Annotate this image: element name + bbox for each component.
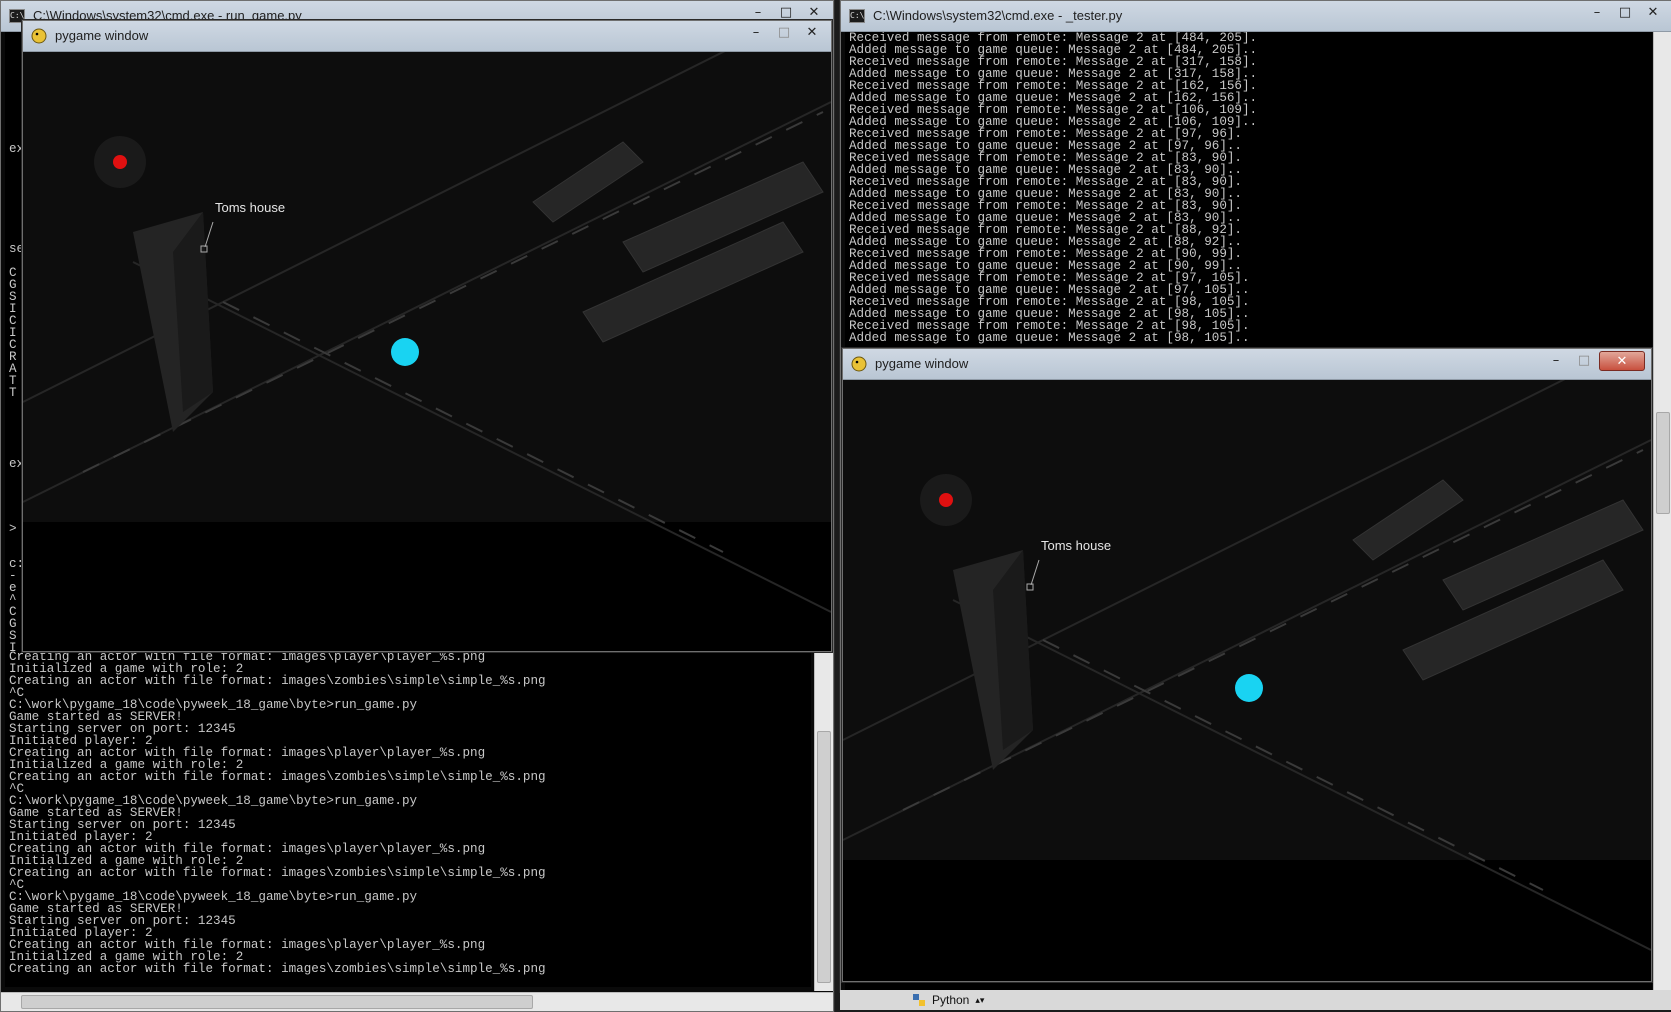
maximize-button[interactable]: □	[771, 23, 797, 41]
console-line: Creating an actor with file format: imag…	[9, 962, 546, 976]
pygame-snake-icon	[851, 356, 867, 372]
taskbar-item-label: Python	[932, 993, 970, 1007]
console-fragment: T	[9, 386, 17, 400]
taskbar-item-python[interactable]: Python ▴▾	[912, 991, 984, 1009]
minimize-icon: –	[754, 4, 762, 20]
cmd-right-vscrollbar[interactable]	[1653, 32, 1671, 991]
pygame-right-titlebar[interactable]: pygame window – □ ✕	[843, 349, 1651, 380]
cmd-right-titlebar[interactable]: C:\ C:\Windows\system32\cmd.exe - _teste…	[841, 1, 1671, 32]
game-scene-right	[843, 380, 1651, 951]
cmd-left-hscroll-thumb[interactable]	[21, 995, 533, 1009]
cmd-left-hscrollbar[interactable]	[1, 992, 833, 1011]
game-canvas-right[interactable]: Toms house	[843, 380, 1651, 981]
close-icon: ✕	[808, 4, 820, 20]
maximize-icon: □	[779, 4, 793, 20]
pygame-snake-icon	[31, 28, 47, 44]
minimize-button[interactable]: –	[743, 23, 769, 41]
minimize-icon: –	[1552, 352, 1560, 368]
maximize-button[interactable]: □	[773, 3, 799, 21]
maximize-icon: □	[777, 24, 791, 40]
close-button[interactable]: ✕	[1640, 3, 1666, 21]
console-line: Creating an actor with file format: imag…	[9, 866, 546, 880]
zombie-marker	[939, 493, 953, 507]
console-line: Creating an actor with file format: imag…	[9, 674, 546, 688]
player-marker	[1235, 674, 1263, 702]
minimize-button[interactable]: –	[745, 3, 771, 21]
location-label: Toms house	[1041, 538, 1112, 553]
console-fragment: I	[9, 641, 17, 655]
minimize-icon: –	[1593, 4, 1601, 20]
cmd-icon: C:\	[849, 9, 865, 23]
cmd-right-vscroll-thumb[interactable]	[1656, 412, 1670, 514]
pygame-window-left[interactable]: pygame window – □ ✕ Toms house	[22, 20, 832, 652]
close-icon: ✕	[806, 24, 818, 40]
close-icon: ✕	[1647, 4, 1659, 20]
pygame-window-right[interactable]: pygame window – □ ✕ Toms house	[842, 348, 1652, 982]
cmd-left-console[interactable]: Creating an actor with file format: imag…	[5, 651, 811, 987]
pygame-left-title: pygame window	[55, 28, 149, 43]
minimize-icon: –	[752, 24, 760, 40]
pygame-left-titlebar[interactable]: pygame window – □ ✕	[23, 21, 831, 52]
console-fragment: >	[9, 522, 17, 536]
maximize-button[interactable]: □	[1571, 351, 1597, 369]
spinner-icon: ▴▾	[975, 994, 985, 1005]
maximize-icon: □	[1618, 4, 1632, 20]
cmd-left-vscroll-thumb[interactable]	[817, 731, 831, 983]
pygame-right-title: pygame window	[875, 356, 969, 371]
python-icon	[913, 994, 925, 1006]
minimize-button[interactable]: –	[1584, 3, 1610, 21]
zombie-marker	[113, 155, 127, 169]
game-scene-left	[23, 52, 831, 613]
maximize-icon: □	[1577, 352, 1591, 368]
close-icon: ✕	[1616, 353, 1628, 369]
cmd-left-vscrollbar[interactable]	[814, 651, 833, 991]
console-line: Creating an actor with file format: imag…	[9, 770, 546, 784]
maximize-button[interactable]: □	[1612, 3, 1638, 21]
player-marker	[391, 338, 419, 366]
close-button[interactable]: ✕	[799, 23, 825, 41]
close-button[interactable]: ✕	[801, 3, 827, 21]
minimize-button[interactable]: –	[1543, 351, 1569, 369]
console-line: Added message to game queue: Message 2 a…	[849, 331, 1250, 345]
game-canvas-left[interactable]: Toms house	[23, 52, 831, 651]
location-label: Toms house	[215, 200, 286, 215]
close-button[interactable]: ✕	[1599, 351, 1645, 371]
cmd-right-title: C:\Windows\system32\cmd.exe - _tester.py	[873, 8, 1123, 23]
